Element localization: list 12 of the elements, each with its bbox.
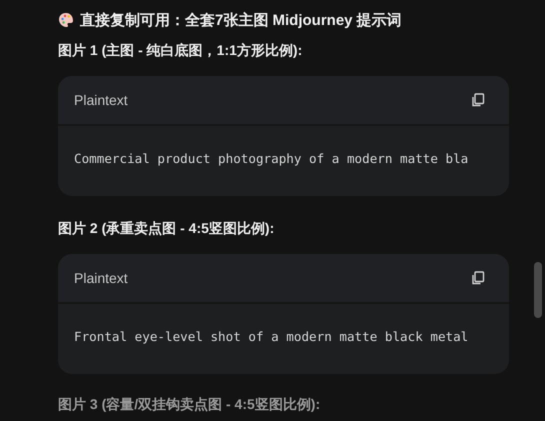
scrollbar-thumb[interactable] — [534, 262, 542, 318]
copy-icon — [471, 93, 485, 107]
page-title: 直接复制可用：全套7张主图 Midjourney 提示词 — [80, 10, 402, 30]
copy-icon — [471, 271, 485, 285]
code-text: Commercial product photography of a modern matte bla — [74, 150, 468, 166]
section-heading: 图片 3 (容量/双挂钩卖点图 - 4:5竖图比例): — [58, 395, 322, 414]
code-text: Frontal eye-level shot of a modern matte black metal — [74, 328, 468, 344]
section-heading: 图片 1 (主图 - 纯白底图，1:1方形比例): — [58, 41, 304, 60]
language-label: Plaintext — [74, 92, 128, 108]
palette-icon — [58, 12, 74, 28]
language-label: Plaintext — [74, 270, 128, 286]
section-heading: 图片 2 (承重卖点图 - 4:5竖图比例): — [58, 219, 276, 238]
